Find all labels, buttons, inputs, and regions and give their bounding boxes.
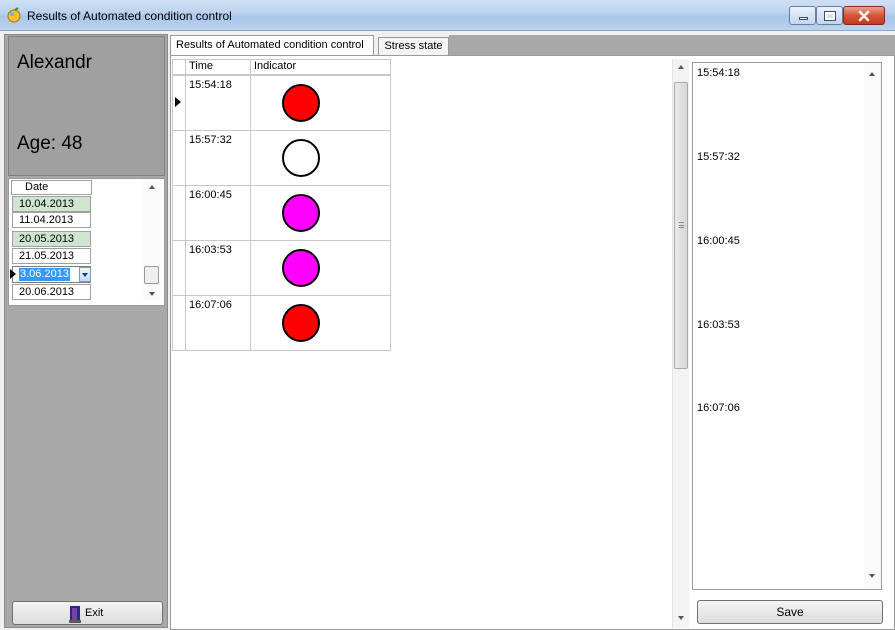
date-row[interactable]: 11.04.2013 xyxy=(12,212,91,228)
user-age: Age: 48 xyxy=(17,133,83,154)
app-icon xyxy=(7,7,21,23)
indicator-cell[interactable] xyxy=(250,75,391,131)
row-selector[interactable] xyxy=(172,295,186,351)
time-cell[interactable]: 16:00:45 xyxy=(185,185,251,241)
date-scrollbar[interactable] xyxy=(143,180,161,300)
current-row-marker-icon xyxy=(175,97,181,107)
time-value: 15:54:18 xyxy=(189,79,232,91)
indicator-circle-icon xyxy=(282,304,320,342)
save-button[interactable]: Save xyxy=(697,600,883,624)
time-list-item[interactable]: 16:03:53 xyxy=(697,319,740,331)
date-column-header[interactable]: Date xyxy=(11,180,92,195)
tab-stress-state[interactable]: Stress state xyxy=(378,37,449,55)
time-cell[interactable]: 16:03:53 xyxy=(185,240,251,296)
minimize-button[interactable] xyxy=(789,6,816,25)
table-scroll-thumb[interactable] xyxy=(674,82,688,369)
date-row[interactable]: 10.04.2013 xyxy=(12,196,91,212)
indicator-cell[interactable] xyxy=(250,240,391,296)
time-list-item[interactable]: 16:00:45 xyxy=(697,235,740,247)
date-edit-value[interactable]: 3.06.2013 xyxy=(19,268,70,281)
tab-strip xyxy=(449,35,895,55)
time-column-header[interactable]: Time xyxy=(185,59,251,75)
row-selector[interactable] xyxy=(172,130,186,186)
time-value: 16:07:06 xyxy=(189,299,232,311)
grip-line xyxy=(679,225,684,226)
exit-label: Exit xyxy=(85,607,104,619)
current-row-marker-icon xyxy=(10,269,16,279)
time-list-scrollbar[interactable] xyxy=(864,63,881,589)
maximize-icon xyxy=(824,11,836,21)
time-value: 16:03:53 xyxy=(189,244,232,256)
time-list-item[interactable]: 15:54:18 xyxy=(697,67,740,79)
tab-results[interactable]: Results of Automated condition control xyxy=(170,35,374,55)
exit-door-icon xyxy=(69,606,81,623)
row-selector[interactable] xyxy=(172,185,186,241)
time-list-item[interactable]: 15:57:32 xyxy=(697,151,740,163)
date-row[interactable]: 21.05.2013 xyxy=(12,248,91,264)
indicator-circle-icon xyxy=(282,84,320,122)
window-title: Results of Automated condition control xyxy=(27,9,232,23)
user-name: Alexandr xyxy=(17,52,92,73)
minimize-icon xyxy=(799,17,808,20)
date-row[interactable]: 20.06.2013 xyxy=(12,284,91,300)
time-value: 16:00:45 xyxy=(189,189,232,201)
maximize-button[interactable] xyxy=(816,6,843,25)
scroll-up-icon[interactable] xyxy=(869,72,875,76)
time-cell[interactable]: 15:54:18 xyxy=(185,75,251,131)
chevron-down-icon xyxy=(82,273,88,277)
indicator-circle-icon xyxy=(282,139,320,177)
scroll-down-icon[interactable] xyxy=(149,292,155,296)
indicator-cell[interactable] xyxy=(250,295,391,351)
date-dropdown-button[interactable] xyxy=(79,267,91,282)
indicator-cell[interactable] xyxy=(250,185,391,241)
scroll-up-icon[interactable] xyxy=(678,65,684,69)
time-cell[interactable]: 16:07:06 xyxy=(185,295,251,351)
time-cell[interactable]: 15:57:32 xyxy=(185,130,251,186)
exit-button[interactable]: Exit xyxy=(12,601,163,625)
scroll-up-icon[interactable] xyxy=(149,185,155,189)
scroll-down-icon[interactable] xyxy=(678,616,684,620)
date-row[interactable]: 20.05.2013 xyxy=(12,231,91,247)
time-list-item[interactable]: 16:07:06 xyxy=(697,402,740,414)
close-icon xyxy=(858,10,870,22)
row-selector[interactable] xyxy=(172,240,186,296)
indicator-circle-icon xyxy=(282,249,320,287)
indicator-circle-icon xyxy=(282,194,320,232)
indicator-cell[interactable] xyxy=(250,130,391,186)
close-button[interactable] xyxy=(843,6,885,25)
scroll-down-icon[interactable] xyxy=(869,574,875,578)
indicator-column-header[interactable]: Indicator xyxy=(250,59,391,75)
time-value: 15:57:32 xyxy=(189,134,232,146)
date-scroll-thumb[interactable] xyxy=(144,266,159,284)
table-corner xyxy=(172,59,186,75)
